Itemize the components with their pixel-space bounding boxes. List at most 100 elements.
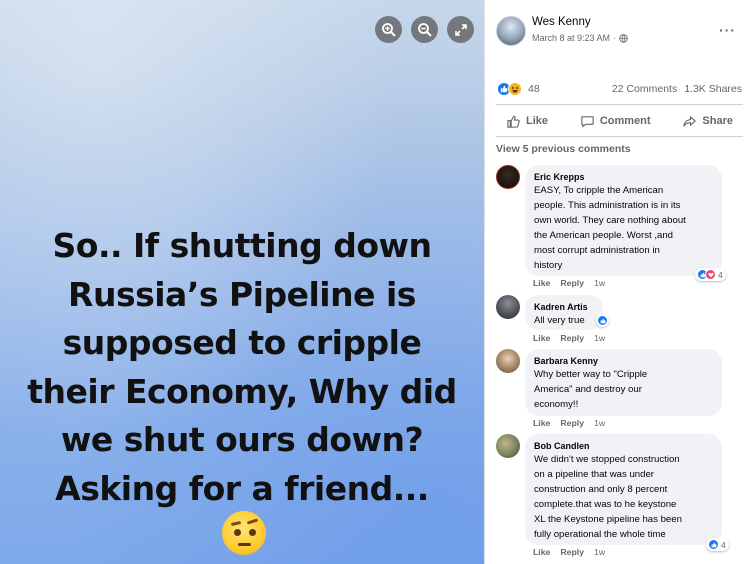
commenter-avatar[interactable] (496, 434, 520, 458)
comment-reactions[interactable]: 4 (706, 538, 729, 551)
photo-text-line: we shut ours down? (60, 420, 424, 459)
comment-text-line: economy!! (534, 399, 579, 410)
comment-footer: Like Reply 1w (533, 547, 605, 557)
commenter-name[interactable]: Bob Candlen (534, 440, 713, 452)
comment-reply-link[interactable]: Reply (560, 547, 584, 557)
comment-reply-link[interactable]: Reply (560, 333, 584, 343)
comment-text: Why better way to "Cripple America" and … (534, 367, 713, 412)
more-options-button[interactable]: ··· (719, 22, 736, 38)
comment-text: All very true (534, 313, 594, 328)
raised-eyebrow-emoji-icon (222, 511, 266, 555)
fullscreen-button[interactable] (447, 16, 474, 43)
like-button[interactable]: Like (496, 110, 558, 133)
comment-text-line: construction and only 8 percent (534, 484, 668, 495)
comment-text-line: on a pipeline that was under (534, 469, 655, 480)
comment-bubble: Kadren Artis All very true (525, 295, 603, 330)
zoom-in-icon (381, 22, 396, 37)
comment-text-line: EASY, To cripple the American (534, 185, 664, 196)
comment-reactions[interactable]: 4 (695, 268, 726, 281)
speech-bubble-icon (581, 115, 594, 127)
zoom-out-button[interactable] (411, 16, 438, 43)
view-previous-comments-link[interactable]: View 5 previous comments (496, 143, 631, 155)
comment-footer: Like Reply 1w (533, 418, 605, 428)
comment-text-line: XL the Keystone pipeline has been (534, 514, 682, 525)
commenter-avatar[interactable] (496, 349, 520, 373)
photo-text-line: Asking for a friend... (55, 468, 429, 508)
meta-separator: · (613, 33, 617, 43)
comment-time[interactable]: 1w (594, 418, 605, 428)
reaction-summary[interactable]: 48 (497, 82, 540, 96)
comment-time[interactable]: 1w (594, 547, 605, 557)
divider (496, 136, 743, 137)
comment-text: EASY, To cripple the American people. Th… (534, 183, 713, 273)
comment-bubble: Barbara Kenny Why better way to "Cripple… (525, 349, 722, 416)
author-avatar[interactable] (496, 16, 526, 46)
comment-text-line: complete.that was to he keystone (534, 499, 677, 510)
photo-text-line: supposed to cripple (62, 323, 422, 362)
post-details-panel: Wes Kenny March 8 at 9:23 AM · ··· 48 22… (484, 0, 754, 564)
comment-footer: Like Reply 1w (533, 333, 605, 343)
commenter-name[interactable]: Kadren Artis (534, 301, 594, 313)
comment-text-line: We didn't we stopped construction (534, 454, 680, 465)
share-label: Share (702, 115, 733, 127)
comment-reply-link[interactable]: Reply (560, 418, 584, 428)
zoom-in-button[interactable] (375, 16, 402, 43)
like-reaction-icon (708, 539, 719, 550)
photo-text-line: So.. If shutting down (52, 226, 433, 265)
share-arrow-icon (683, 115, 697, 127)
fullscreen-icon (454, 23, 467, 36)
comment-time[interactable]: 1w (594, 333, 605, 343)
photo-text-line: Russia’s Pipeline is (68, 274, 416, 314)
like-label: Like (526, 115, 549, 127)
photo-text-line: their Economy, Why did (27, 371, 457, 411)
post-photo[interactable]: So.. If shutting down Russia’s Pipeline … (0, 0, 484, 564)
comment-like-link[interactable]: Like (533, 418, 550, 428)
comment-text-line: fully operational the whole time (534, 529, 666, 540)
author-name[interactable]: Wes Kenny (532, 16, 591, 28)
comment-text: We didn't we stopped construction on a p… (534, 452, 713, 542)
like-reaction-icon (597, 315, 608, 326)
comment-like-link[interactable]: Like (533, 333, 550, 343)
comment: Bob Candlen We didn't we stopped constru… (496, 434, 736, 564)
commenter-name[interactable]: Barbara Kenny (534, 355, 713, 367)
comment-text-line: most corrupt administration in (534, 245, 660, 256)
haha-reaction-icon (508, 82, 522, 96)
photo-viewer: So.. If shutting down Russia’s Pipeline … (0, 0, 754, 564)
globe-icon (619, 33, 628, 43)
shares-count-link[interactable]: 1.3K Shares (684, 83, 742, 95)
share-button[interactable]: Share (672, 110, 743, 133)
divider (496, 104, 743, 105)
thumbs-up-icon (507, 115, 520, 128)
comment-button[interactable]: Comment (570, 110, 661, 133)
comment-text-line: All very true (534, 315, 585, 326)
comment-like-link[interactable]: Like (533, 547, 550, 557)
comment-text-line: Why better way to "Cripple (534, 369, 648, 380)
commenter-name[interactable]: Eric Krepps (534, 171, 713, 183)
comment-footer: Like Reply 1w (533, 278, 605, 288)
comment-label: Comment (599, 115, 651, 127)
comment-reply-link[interactable]: Reply (560, 278, 584, 288)
comment-reaction-count: 4 (721, 539, 726, 550)
commenter-avatar[interactable] (496, 165, 520, 189)
post-meta: March 8 at 9:23 AM · (532, 33, 628, 43)
comment: Barbara Kenny Why better way to "Cripple… (496, 349, 736, 431)
love-reaction-icon (705, 269, 716, 280)
reaction-count: 48 (528, 83, 540, 95)
post-action-bar: Like Comment Share (496, 108, 743, 134)
comment-text-line: the American people. Worst ,and (534, 230, 674, 241)
comments-count-link[interactable]: 22 Comments (612, 83, 677, 95)
commenter-avatar[interactable] (496, 295, 520, 319)
comment-bubble: Eric Krepps EASY, To cripple the America… (525, 165, 722, 276)
post-stats: 22 Comments 1.3K Shares (612, 83, 742, 95)
comment-reaction-count: 4 (718, 269, 723, 280)
post-date[interactable]: March 8 at 9:23 AM (532, 33, 610, 43)
comment-text-line: people. This administration is in its (534, 200, 681, 211)
comment-bubble: Bob Candlen We didn't we stopped constru… (525, 434, 722, 545)
zoom-out-icon (417, 22, 432, 37)
comment-time[interactable]: 1w (594, 278, 605, 288)
comment: Kadren Artis All very true Like Reply 1w (496, 295, 736, 345)
comment-like-link[interactable]: Like (533, 278, 550, 288)
comment-text-line: America" and destroy our (534, 384, 642, 395)
comment-reactions[interactable] (596, 314, 609, 327)
comment-text-line: history (534, 260, 563, 271)
